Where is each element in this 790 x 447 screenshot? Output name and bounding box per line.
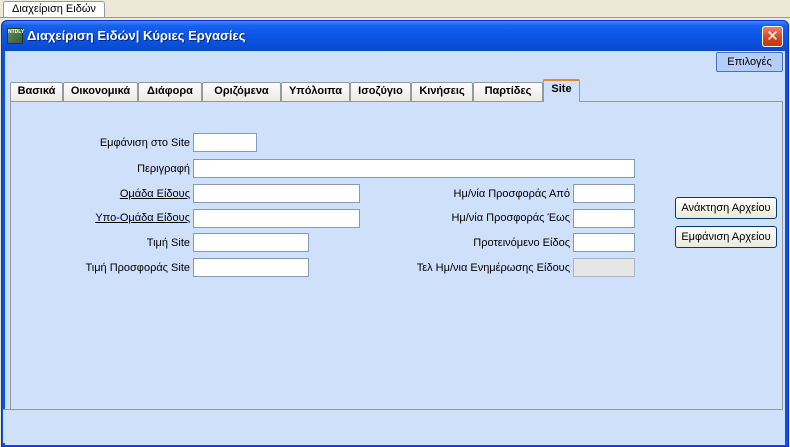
show-on-site-label: Εμφάνιση στο Site: [99, 137, 190, 149]
close-button[interactable]: ✕: [762, 26, 783, 47]
status-bar: [3, 410, 783, 443]
offer-date-to-label: Ημ/νία Προσφοράς Έως: [451, 212, 570, 224]
suggested-item-field[interactable]: [573, 233, 635, 252]
app-icon: NTDLY: [7, 28, 24, 44]
description-field[interactable]: [193, 159, 635, 178]
tab-financial[interactable]: Οικονομικά: [63, 82, 138, 101]
offer-date-from-label: Ημ/νία Προσφοράς Από: [453, 188, 570, 200]
site-price-field[interactable]: [193, 233, 309, 252]
mdi-tab-divider: [0, 17, 790, 18]
desktop-root: Διαχείριση Ειδών NTDLY Διαχείριση Ειδών|…: [0, 0, 790, 447]
item-group-link[interactable]: Ομάδα Είδους: [25, 188, 190, 200]
item-subgroup-link[interactable]: Υπο-Ομάδα Είδους: [25, 212, 190, 224]
suggested-item-label: Προτεινόμενο Είδος: [473, 237, 570, 249]
tab-movements[interactable]: Κινήσεις: [411, 82, 473, 101]
show-on-site-field[interactable]: [193, 133, 257, 152]
offer-date-to-field[interactable]: [573, 209, 635, 228]
tab-custom[interactable]: Οριζόμενα: [202, 82, 281, 101]
item-management-window: NTDLY Διαχείριση Ειδών| Κύριες Εργασίες …: [1, 20, 789, 447]
tab-misc[interactable]: Διάφορα: [138, 82, 202, 101]
window-title: Διαχείριση Ειδών| Κύριες Εργασίες: [27, 28, 246, 43]
tab-batches[interactable]: Παρτίδες: [473, 82, 543, 101]
close-icon: ✕: [766, 27, 779, 45]
options-button[interactable]: Επιλογές: [716, 52, 783, 72]
offer-date-from-field[interactable]: [573, 184, 635, 203]
tab-balances[interactable]: Υπόλοιπα: [281, 82, 350, 101]
site-price-label: Τιμή Site: [146, 237, 190, 249]
tab-site[interactable]: Site: [543, 79, 580, 102]
last-update-date-label: Τελ Ημ/νια Ενημέρωσης Είδους: [416, 262, 570, 274]
item-group-field[interactable]: [193, 184, 360, 203]
site-offer-price-label: Τιμή Προσφοράς Site: [85, 262, 190, 274]
site-offer-price-field[interactable]: [193, 258, 309, 277]
window-client-area: Επιλογές Βασικά Οικονομικά Διάφορα Οριζό…: [5, 51, 785, 445]
title-bar[interactable]: NTDLY Διαχείριση Ειδών| Κύριες Εργασίες …: [2, 21, 788, 51]
tab-basic[interactable]: Βασικά: [10, 82, 63, 101]
fetch-file-button[interactable]: Ανάκτηση Αρχείου: [675, 197, 777, 219]
last-update-date-field: [573, 258, 635, 277]
mdi-tab-items[interactable]: Διαχείριση Ειδών: [3, 1, 105, 18]
show-file-button[interactable]: Εμφάνιση Αρχείου: [675, 226, 777, 248]
tab-trial-balance[interactable]: Ισοζύγιο: [350, 82, 411, 101]
description-label: Περιγραφή: [137, 163, 190, 175]
item-subgroup-field[interactable]: [193, 209, 360, 228]
